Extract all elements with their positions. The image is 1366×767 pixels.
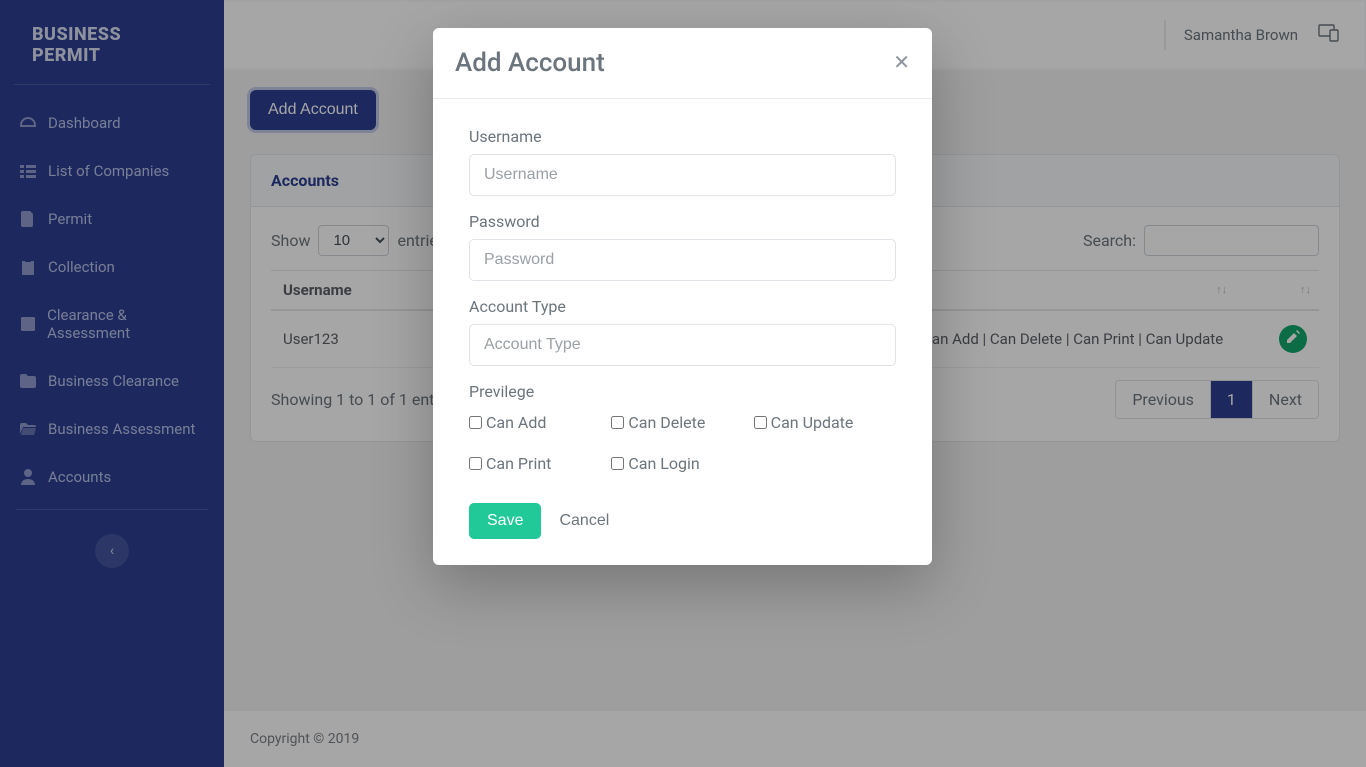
close-icon: ✕ <box>893 52 910 74</box>
username-input[interactable] <box>469 154 896 196</box>
save-button[interactable]: Save <box>469 503 541 539</box>
account-type-input[interactable] <box>469 324 896 366</box>
priv-label-text: Can Add <box>486 413 546 432</box>
modal-actions: Save Cancel <box>469 503 896 539</box>
priv-can-print[interactable]: Can Print <box>469 454 611 473</box>
account-type-label: Account Type <box>469 297 896 316</box>
modal-title: Add Account <box>455 48 605 78</box>
privilege-grid: Can Add Can Delete Can Update Can Print … <box>469 413 896 481</box>
priv-label-text: Can Print <box>486 454 551 473</box>
checkbox-can-print[interactable] <box>469 457 482 470</box>
username-label: Username <box>469 127 896 146</box>
checkbox-can-update[interactable] <box>754 416 767 429</box>
modal-header: Add Account ✕ <box>433 28 932 99</box>
password-input[interactable] <box>469 239 896 281</box>
priv-can-update[interactable]: Can Update <box>754 413 896 432</box>
priv-can-delete[interactable]: Can Delete <box>611 413 753 432</box>
priv-can-login[interactable]: Can Login <box>611 454 753 473</box>
cancel-button[interactable]: Cancel <box>559 512 609 530</box>
modal-body: Username Password Account Type Previlege… <box>433 99 932 565</box>
checkbox-can-add[interactable] <box>469 416 482 429</box>
field-password: Password <box>469 212 896 281</box>
priv-can-add[interactable]: Can Add <box>469 413 611 432</box>
priv-label-text: Can Update <box>771 413 854 432</box>
checkbox-can-login[interactable] <box>611 457 624 470</box>
priv-label-text: Can Login <box>628 454 699 473</box>
field-privilege: Previlege Can Add Can Delete Can Update … <box>469 382 896 481</box>
priv-label-text: Can Delete <box>628 413 705 432</box>
add-account-modal: Add Account ✕ Username Password Account … <box>433 28 932 565</box>
field-username: Username <box>469 127 896 196</box>
field-account-type: Account Type <box>469 297 896 366</box>
modal-close-button[interactable]: ✕ <box>893 53 910 73</box>
checkbox-can-delete[interactable] <box>611 416 624 429</box>
privilege-label: Previlege <box>469 382 896 401</box>
password-label: Password <box>469 212 896 231</box>
